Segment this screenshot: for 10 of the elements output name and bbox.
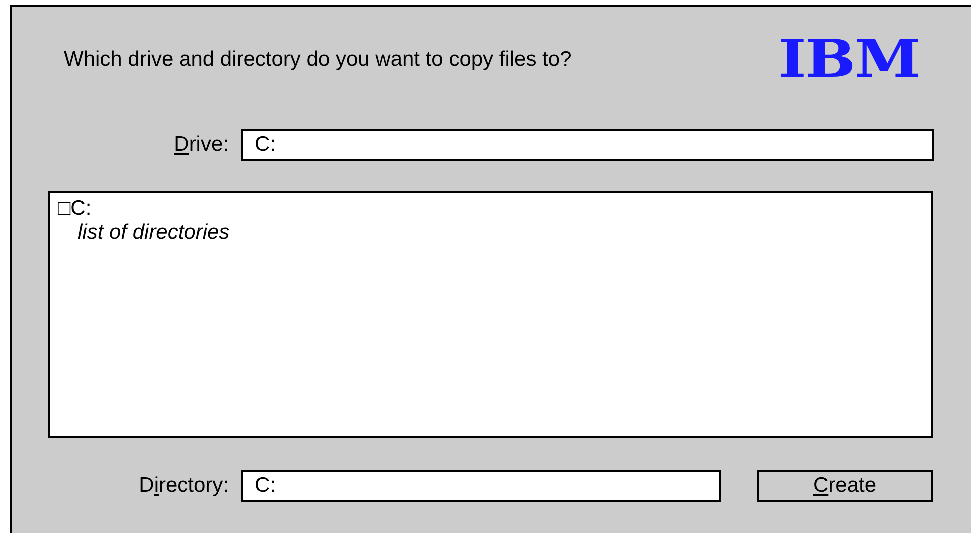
directory-list[interactable]: □C: list of directories [48, 191, 933, 438]
dialog-prompt: Which drive and directory do you want to copy files to? [64, 48, 572, 72]
logo: IBM [778, 37, 920, 83]
directory-field[interactable]: C: [241, 470, 721, 502]
drive-label: Drive: [173, 133, 229, 157]
create-button[interactable]: Create [757, 470, 933, 502]
drive-field[interactable]: C: [241, 129, 934, 161]
tree-root-item[interactable]: □C: [58, 197, 92, 221]
directory-label: Directory: [138, 474, 229, 498]
tree-item[interactable]: list of directories [78, 221, 230, 245]
